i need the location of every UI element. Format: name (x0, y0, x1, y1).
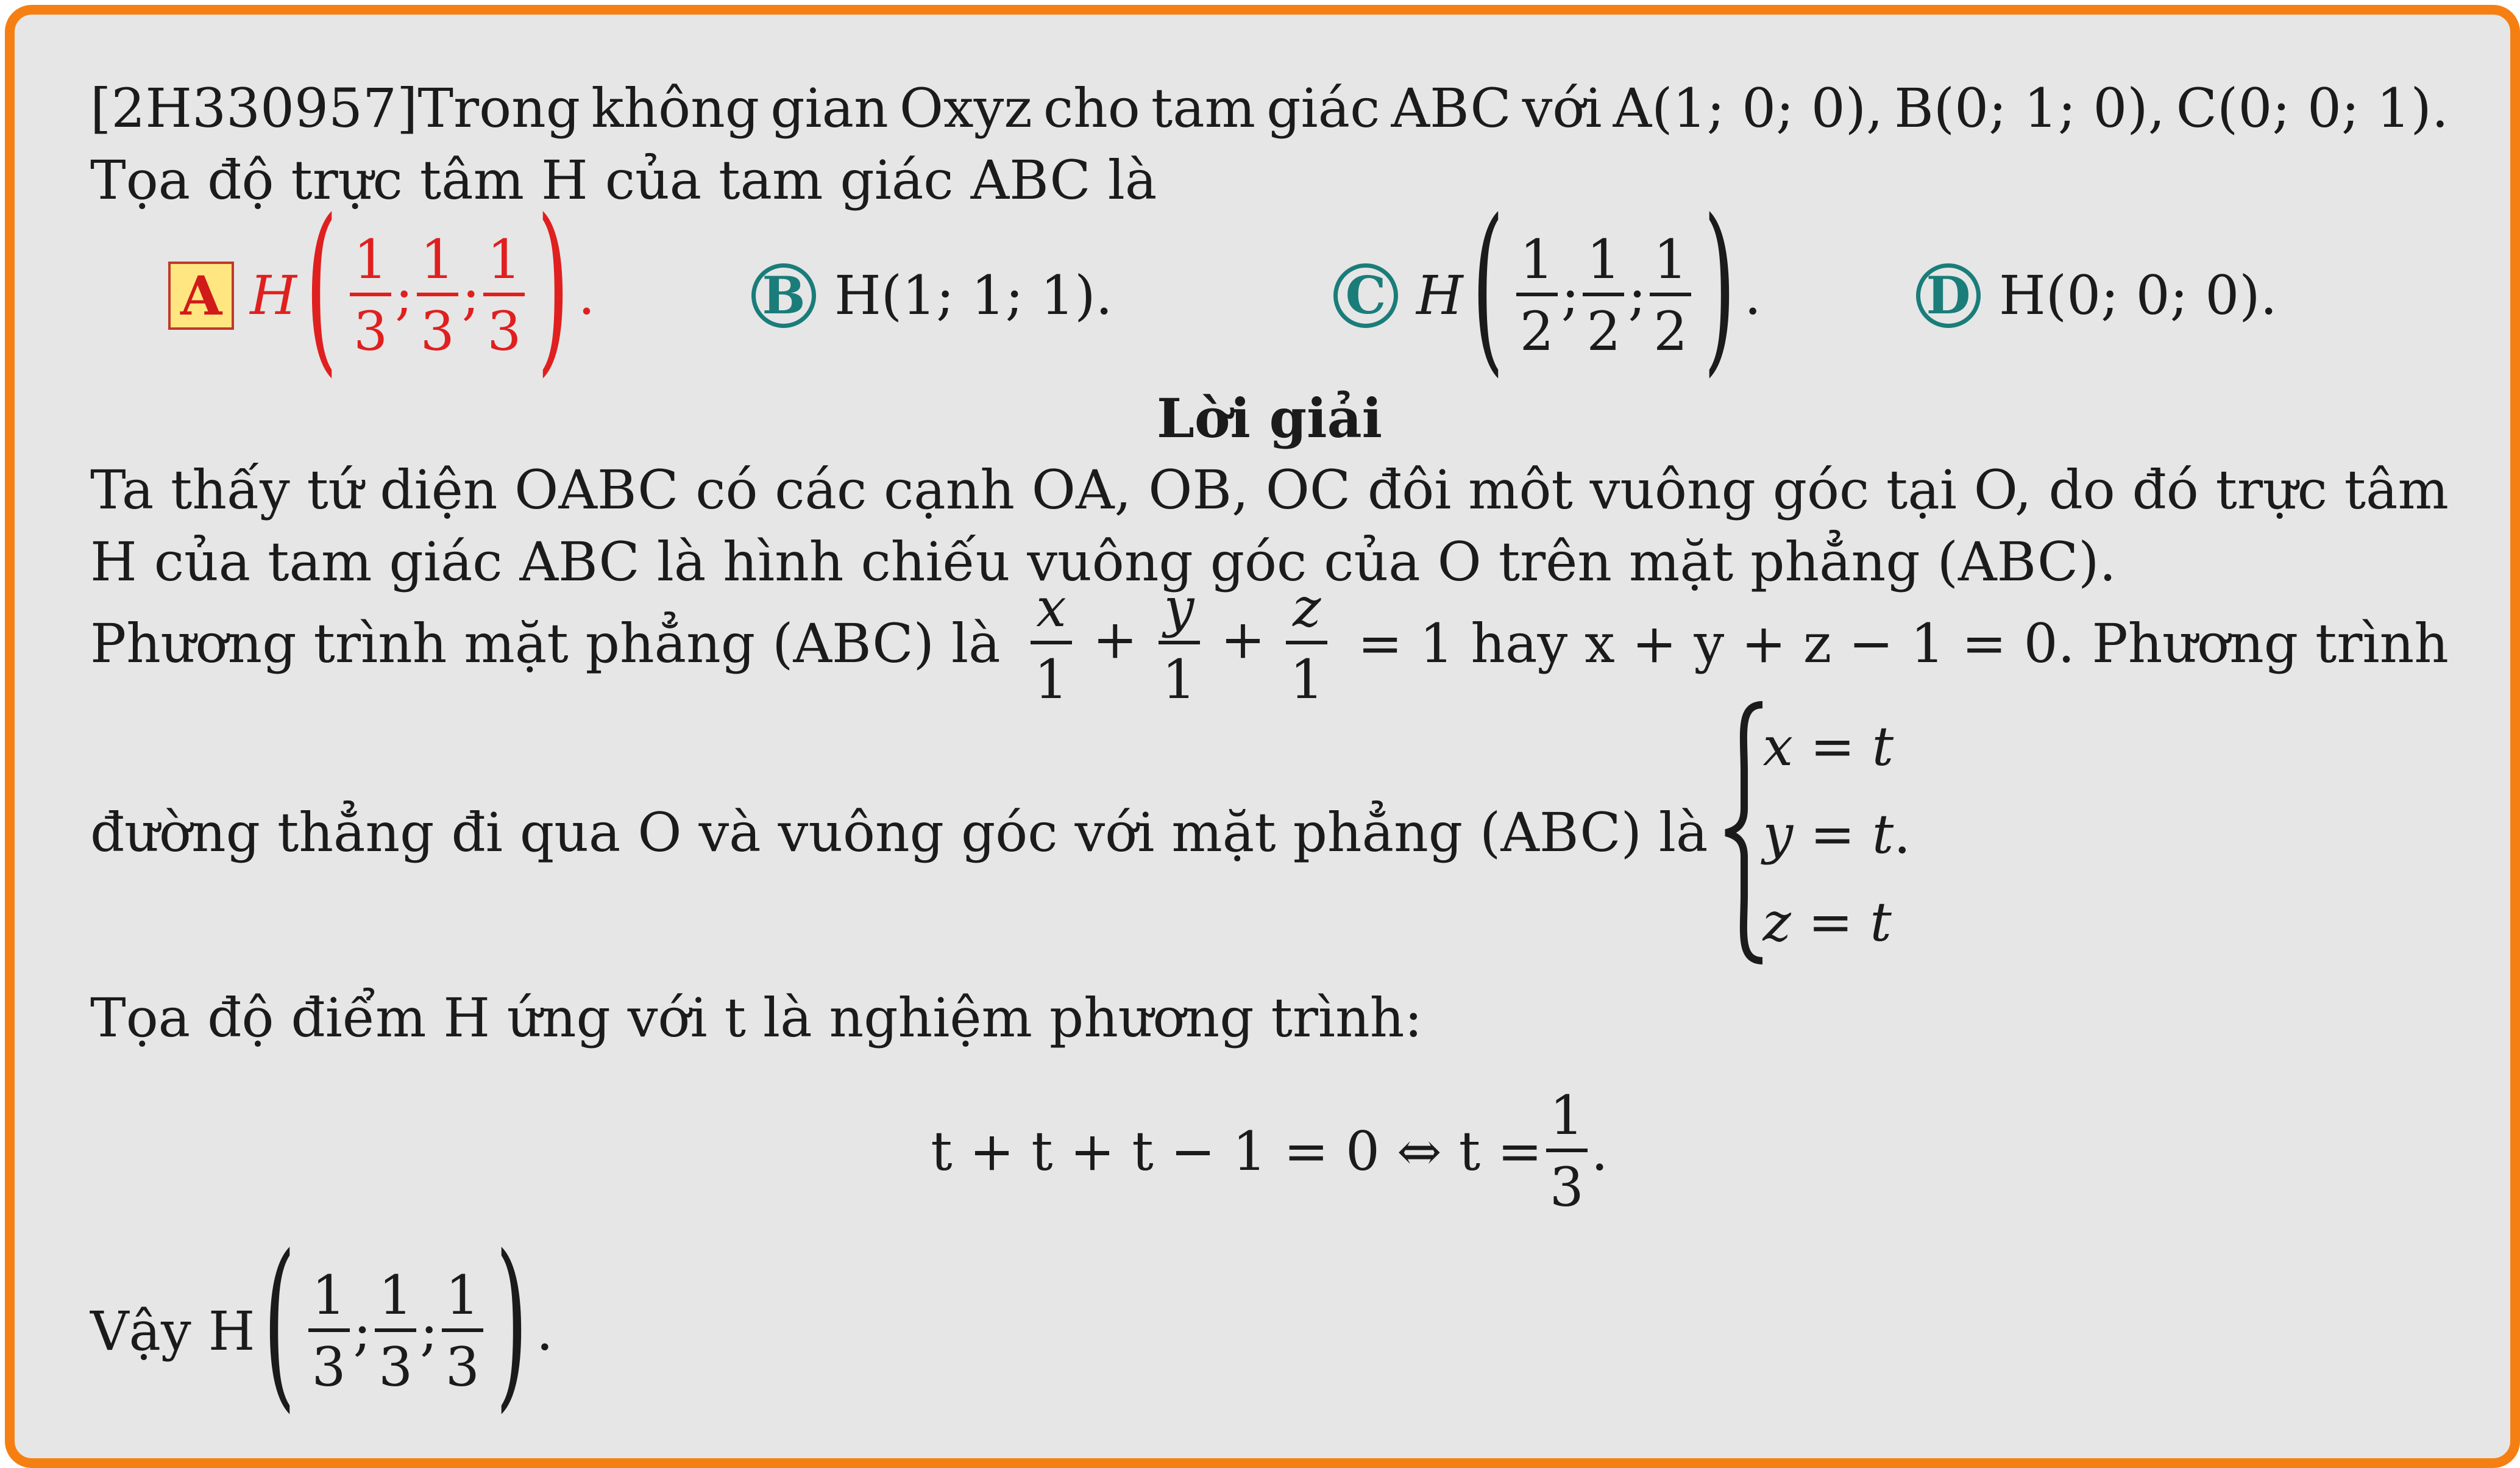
word: góc (1772, 458, 1870, 521)
problem-line-1: [2H330957]Trong không gian Oxyz cho tam giác A… (90, 73, 2449, 144)
choice-d-text: H(0; 0; 0). (1999, 264, 2277, 327)
fraction: z1 (1286, 581, 1328, 707)
answer-choices: A H ( 1 3; 1 3; 13 ) . B H(1; 1; 1). C H (… (90, 196, 2449, 379)
fraction: 13 (441, 1269, 483, 1394)
fraction: 12 (1583, 233, 1625, 358)
choice-c-badge[interactable]: C (1333, 263, 1398, 328)
problem-code-and-first-word: [2H330957]Trong (90, 73, 580, 144)
word: Oxyz (899, 77, 1032, 140)
fraction: 13 (308, 1269, 350, 1394)
word: cho (1043, 77, 1140, 140)
left-paren: ( (263, 1216, 296, 1429)
word: các (775, 458, 867, 521)
word: không (591, 77, 760, 140)
word: Trong (417, 77, 581, 140)
fraction: 13 (416, 233, 458, 358)
equation-lead: t + t + t − 1 = 0 ⇔ t = (931, 1120, 1542, 1183)
system-row: z = t (1762, 891, 1892, 953)
word: thấy (171, 458, 290, 521)
right-paren: ) (495, 1216, 528, 1429)
left-brace (1725, 701, 1763, 964)
fraction: 12 (1650, 233, 1692, 358)
fraction: 13 (1546, 1089, 1588, 1214)
system-row: y = t. (1762, 803, 1911, 866)
choice-d[interactable]: D H(0; 0; 0). (1916, 216, 2277, 375)
choice-c-prefix: H (1416, 264, 1463, 327)
word: OA, (1031, 458, 1132, 521)
word: OC (1265, 458, 1351, 521)
plane-tail: = 1 hay x + y + z − 1 = 0. Phương trình (1357, 612, 2449, 675)
word: giác (1266, 77, 1380, 140)
problem-code: [2H330957] (90, 77, 418, 140)
line-lead: đường thẳng đi qua O và vuông góc với mặ… (90, 801, 1708, 864)
choice-c[interactable]: C H ( 1 2; 1 2; 12 ) . (1333, 196, 1762, 379)
word: trực (2215, 458, 2327, 521)
solution-line-1: Ta thấy tứ diện OABC có các cạnh OA, OB, OC đôi môt v… (90, 454, 2449, 526)
system-row: x = t (1762, 715, 1894, 778)
word: vuông (1589, 458, 1756, 521)
word: đôi (1367, 458, 1452, 521)
choice-a[interactable]: A H ( 1 3; 1 3; 13 ) . (168, 196, 595, 379)
word: do (2048, 458, 2115, 521)
choice-a-prefix: H (250, 264, 297, 327)
choice-b-badge[interactable]: B (751, 263, 816, 328)
word: B(0; 1; 0), (1894, 77, 2165, 140)
word: diện (380, 458, 498, 521)
plane-lead: Phương trình mặt phẳng (ABC) là (90, 612, 1001, 675)
plane-expression: x1 + y1 + z1 (1027, 581, 1331, 707)
word: tam (1151, 77, 1256, 140)
choice-b-text: H(1; 1; 1). (834, 264, 1113, 327)
fraction: y1 (1158, 581, 1200, 707)
solution-equation: t + t + t − 1 = 0 ⇔ t = 13 . (90, 1054, 2449, 1249)
word: tại (1886, 458, 1957, 521)
solution-line-4: Tọa độ điểm H ứng với t là nghiệm phương… (90, 986, 1423, 1049)
word: OABC (514, 458, 679, 521)
conclusion-lead: Vậy H (90, 1300, 255, 1363)
fraction: 13 (375, 1269, 417, 1394)
word: O, (1973, 458, 2032, 521)
parametric-system: x = t y = t. z = t (1720, 699, 1939, 967)
word: cạnh (883, 458, 1015, 521)
word: môt (1468, 458, 1573, 521)
word: A(1; 0; 0), (1613, 77, 1884, 140)
word: tứ (307, 458, 363, 521)
problem-line-2: Tọa độ trực tâm H của tam giác ABC là (90, 149, 1157, 212)
right-paren: ) (537, 180, 570, 393)
word: đó (2132, 458, 2199, 521)
fraction: 13 (483, 233, 525, 358)
choice-d-badge[interactable]: D (1916, 263, 1981, 328)
choice-c-suffix: . (1744, 264, 1762, 327)
fraction: x1 (1030, 581, 1072, 707)
word: OB, (1148, 458, 1249, 521)
question-card: [2H330957]Trong không gian Oxyz cho tam giác A… (5, 5, 2520, 1468)
solution-heading: Lời giải (1156, 387, 1383, 450)
word: Ta (90, 458, 154, 521)
word: tâm (2344, 458, 2449, 521)
fraction: 13 (350, 233, 392, 358)
word: có (695, 458, 758, 521)
right-paren: ) (1703, 180, 1736, 393)
equation-suffix: . (1591, 1120, 1608, 1183)
word: C(0; 0; 1). (2176, 77, 2449, 140)
solution-line-equation: đường thẳng đi qua O và vuông góc với mặ… (90, 689, 2449, 976)
solution-plane-equation: Phương trình mặt phẳng (ABC) là x1 + y1 … (90, 581, 2449, 707)
word: ABC (1391, 77, 1511, 140)
conclusion-suffix: . (536, 1300, 553, 1363)
choice-b[interactable]: B H(1; 1; 1). (751, 216, 1113, 375)
left-paren: ( (305, 180, 338, 393)
choice-a-badge[interactable]: A (168, 262, 235, 330)
fraction: 12 (1516, 233, 1558, 358)
content: [2H330957]Trong không gian Oxyz cho tam giác A… (90, 73, 2449, 1414)
solution-conclusion: Vậy H ( 1 3; 1 3; 13 ) . (90, 1216, 553, 1429)
word: gian (770, 77, 889, 140)
choice-a-suffix: . (578, 264, 595, 327)
left-paren: ( (1471, 180, 1504, 393)
word: với (1522, 77, 1602, 140)
